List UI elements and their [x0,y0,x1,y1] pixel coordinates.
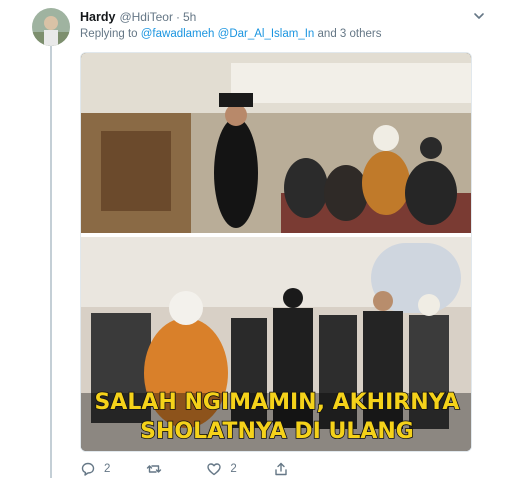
mention-link[interactable]: @Dar_Al_Islam_In [218,28,315,40]
like-count: 2 [230,463,237,475]
tweet-image[interactable]: SALAH NGIMAMIN, AKHIRNYA SHOLATNYA DI UL… [80,52,472,452]
reply-context: Replying to @fawadlameh @Dar_Al_Islam_In… [80,28,381,40]
tweet-header: Hardy @HdiTeor · 5h [80,9,196,25]
display-name[interactable]: Hardy [80,10,115,24]
like-button[interactable]: 2 [206,461,237,477]
tweet: Hardy @HdiTeor · 5h Replying to @fawadla… [0,0,511,478]
retweet-icon [147,465,162,473]
retweet-button[interactable] [146,461,170,477]
separator-dot: · [175,10,180,24]
thread-line [50,44,52,478]
user-handle[interactable]: @HdiTeor [119,10,173,24]
mention-link[interactable]: @fawadlameh [141,28,215,40]
caption-line-1: SALAH NGIMAMIN, AKHIRNYA [95,390,460,415]
tweet-actions: 2 2 [80,460,325,478]
chevron-down-icon[interactable] [472,9,486,23]
heart-icon [207,463,222,476]
avatar[interactable] [32,8,70,46]
caption-line-2: SHOLATNYA DI ULANG [140,419,414,444]
reply-others[interactable]: and 3 others [318,28,382,40]
reply-button[interactable]: 2 [80,461,110,477]
reply-icon [81,462,95,476]
reply-prefix: Replying to [80,28,138,40]
timestamp[interactable]: 5h [183,10,196,24]
share-icon [275,462,287,476]
reply-count: 2 [104,463,111,475]
share-button[interactable] [273,461,289,477]
